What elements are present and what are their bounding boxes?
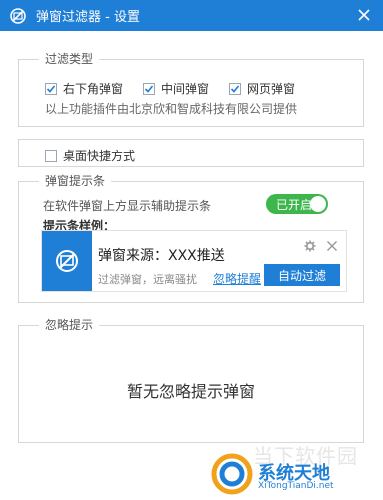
filter-types-title: 过滤类型 bbox=[39, 52, 100, 66]
block-icon bbox=[42, 231, 92, 291]
ignored-empty-text: 暂无忽略提示弹窗 bbox=[126, 382, 255, 401]
popup-hint-description: 在软件弹窗上方显示辅助提示条 bbox=[43, 199, 212, 213]
ignored-group: 忽略提示 暂无忽略提示弹窗 bbox=[18, 318, 364, 443]
checkbox-box bbox=[45, 82, 57, 95]
watermark-sub-text: XiTongTianDi.net bbox=[258, 481, 334, 491]
checkbox-desktop-shortcut[interactable]: 桌面快捷方式 bbox=[45, 147, 135, 164]
ignored-title: 忽略提示 bbox=[39, 318, 100, 332]
gear-icon[interactable] bbox=[304, 240, 316, 252]
auto-filter-button[interactable]: 自动过滤 bbox=[264, 264, 340, 286]
ignore-reminder-link[interactable]: 忽略提醒 bbox=[213, 270, 261, 287]
toggle-label: 已开启 bbox=[276, 197, 313, 212]
checkbox-bottom-right-popup[interactable]: 右下角弹窗 bbox=[45, 80, 123, 97]
checkbox-web-popup[interactable]: 网页弹窗 bbox=[229, 80, 295, 97]
close-icon bbox=[358, 9, 370, 21]
filter-types-group: 过滤类型 右下角弹窗 中间弹窗 网页弹窗 以上功能插件由北京欣和智成科技有限公司… bbox=[18, 52, 364, 127]
hint-desc: 过滤弹窗，远离骚扰 bbox=[98, 273, 197, 286]
close-icon[interactable] bbox=[326, 240, 338, 252]
hint-source: 弹窗来源：XXX推送 bbox=[98, 248, 225, 264]
popup-hint-title: 弹窗提示条 bbox=[39, 174, 112, 188]
hint-bar-sample: 弹窗来源：XXX推送 过滤弹窗，远离骚扰 忽略提醒 自动过滤 bbox=[41, 230, 347, 292]
desktop-shortcut-group: 桌面快捷方式 bbox=[18, 139, 364, 167]
checkbox-label: 右下角弹窗 bbox=[63, 82, 124, 96]
checkbox-box bbox=[229, 82, 242, 95]
window-title: 弹窗过滤器 - 设置 bbox=[36, 10, 140, 25]
close-button[interactable] bbox=[355, 6, 373, 24]
checkbox-box bbox=[45, 149, 57, 162]
popup-hint-toggle[interactable]: 已开启 bbox=[266, 194, 328, 214]
title-bar: 弹窗过滤器 - 设置 bbox=[0, 0, 383, 31]
checkbox-box bbox=[143, 82, 156, 95]
toggle-knob bbox=[310, 196, 326, 212]
block-icon bbox=[8, 6, 28, 26]
watermark-logo-icon bbox=[211, 453, 253, 495]
watermark: 当下软件园 系统天地 XiTongTianDi.net bbox=[210, 444, 380, 496]
provider-note: 以上功能插件由北京欣和智成科技有限公司提供 bbox=[45, 102, 298, 116]
checkbox-label: 桌面快捷方式 bbox=[63, 149, 136, 163]
checkbox-center-popup[interactable]: 中间弹窗 bbox=[143, 80, 209, 97]
checkbox-label: 网页弹窗 bbox=[247, 82, 296, 96]
checkbox-label: 中间弹窗 bbox=[161, 82, 210, 96]
